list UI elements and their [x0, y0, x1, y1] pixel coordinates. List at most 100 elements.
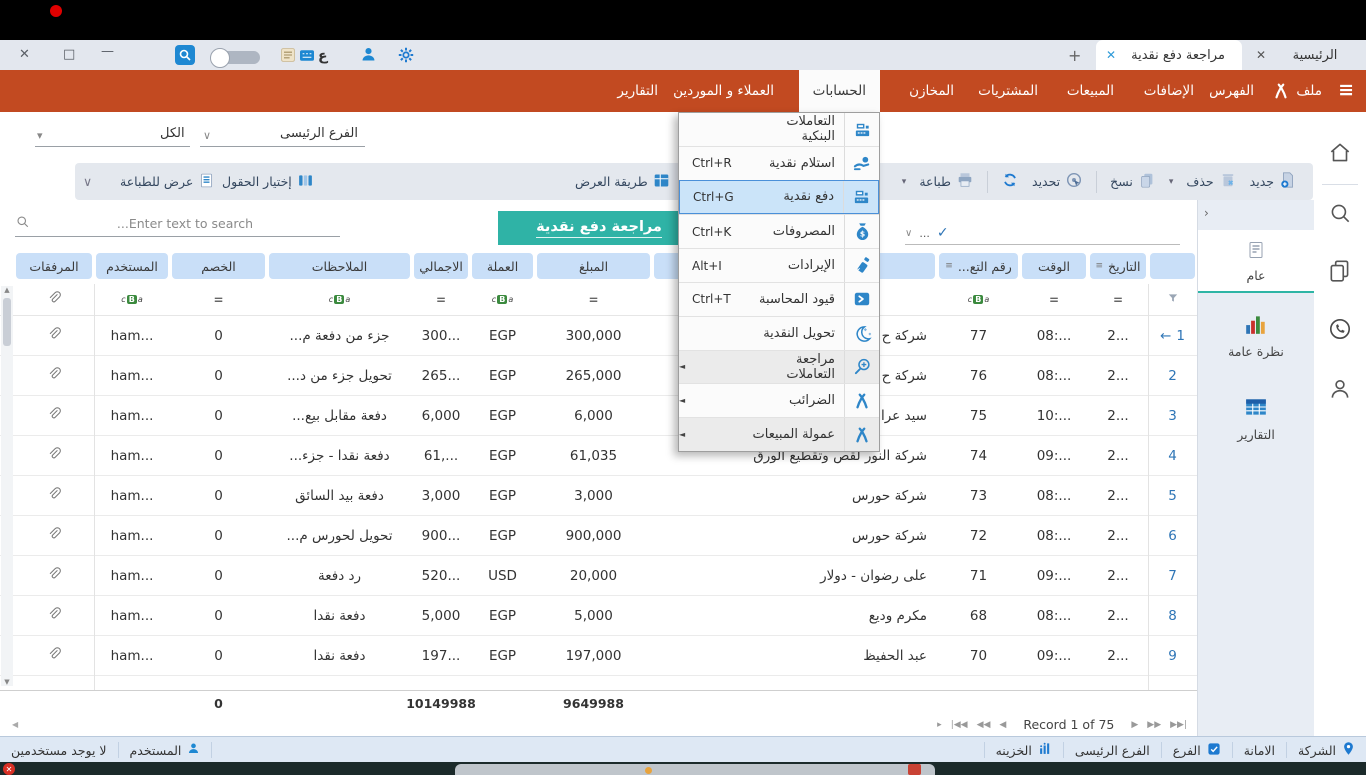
row-7-cell-user[interactable]: ham... — [94, 556, 170, 596]
chevron-down-icon[interactable]: ∨ — [905, 228, 912, 239]
column-header-idx[interactable] — [1148, 248, 1197, 284]
row-5-cell-time[interactable]: 08:... — [1020, 476, 1088, 516]
quick-search-icon[interactable] — [175, 45, 195, 69]
row-5-cell-notes[interactable]: دفعة بيد السائق — [267, 476, 412, 516]
user-account-icon[interactable] — [360, 46, 377, 67]
row-6-cell-num[interactable]: 72 — [937, 516, 1020, 556]
row-7-cell-currency[interactable]: USD — [470, 556, 535, 596]
menubar-item-2[interactable]: الإضافات — [1140, 70, 1198, 112]
row-6-cell-currency[interactable]: EGP — [470, 516, 535, 556]
row-4-cell-date[interactable]: 2... — [1088, 436, 1148, 476]
menu-item-6[interactable]: تحويل النقدية — [679, 316, 879, 350]
row-7-cell-account[interactable]: على رضوان - دولار — [652, 556, 937, 596]
tab-cash-payment-review[interactable]: ✕ مراجعة دفع نقدية — [1096, 40, 1242, 70]
row-5-cell-user[interactable]: ham... — [94, 476, 170, 516]
status-treasury[interactable]: الخزينه — [984, 742, 1063, 758]
status-main-branch[interactable]: الفرع الرئيسى — [1063, 742, 1161, 758]
close-tab-icon[interactable]: ✕ — [1106, 48, 1116, 62]
column-header-time[interactable]: الوقت — [1020, 248, 1088, 284]
row-7-cell-attach[interactable] — [14, 556, 94, 596]
row-1-cell-time[interactable]: 08:... — [1020, 316, 1088, 356]
status-company[interactable]: الشركة — [1286, 742, 1366, 758]
row-9-cell-date[interactable]: 2... — [1088, 636, 1148, 676]
contacts-person-icon[interactable] — [1327, 376, 1353, 406]
row-6-cell-total[interactable]: 900... — [412, 516, 470, 556]
sidebar-collapse-icon[interactable]: › — [1204, 206, 1209, 220]
row-2-cell-date[interactable]: 2... — [1088, 356, 1148, 396]
row-5-cell-idx[interactable]: 5 — [1148, 476, 1197, 516]
row-3-cell-attach[interactable] — [14, 396, 94, 436]
filter-cell-num[interactable]: aBc — [937, 284, 1020, 316]
row-4-cell-idx[interactable]: 4 — [1148, 436, 1197, 476]
row-4-cell-num[interactable]: 74 — [937, 436, 1020, 476]
column-header-currency[interactable]: العملة — [470, 248, 535, 284]
row-5-cell-total[interactable]: 3,000 — [412, 476, 470, 516]
menu-item-4[interactable]: الإيراداتAlt+I — [679, 248, 879, 282]
tab-home[interactable]: ✕ الرئيسية — [1246, 40, 1366, 70]
row-2-cell-amount[interactable]: 265,000 — [535, 356, 652, 396]
settings-gear-icon[interactable] — [397, 46, 415, 68]
column-header-attach[interactable]: المرفقات — [14, 248, 94, 284]
hscroll-left-icon[interactable]: ◀ — [12, 720, 18, 729]
search-strip-icon[interactable] — [1327, 200, 1353, 230]
row-3-cell-time[interactable]: 10:... — [1020, 396, 1088, 436]
row-1-cell-notes[interactable]: جزء من دفعة م... — [267, 316, 412, 356]
row-6-cell-date[interactable]: 2... — [1088, 516, 1148, 556]
dropdown-arrow-icon[interactable]: ▾ — [37, 129, 43, 142]
row-8-cell-time[interactable]: 08:... — [1020, 596, 1088, 636]
row-8-cell-total[interactable]: 5,000 — [412, 596, 470, 636]
scrollbar-thumb[interactable] — [3, 298, 11, 346]
row-5-cell-attach[interactable] — [14, 476, 94, 516]
row-9-cell-notes[interactable]: دفعة نقدا — [267, 636, 412, 676]
window-close-button[interactable]: ✕ — [19, 47, 30, 62]
filter-cell-currency[interactable]: aBc — [470, 284, 535, 316]
window-minimize-button[interactable]: — — [101, 44, 114, 59]
new-tab-button[interactable]: + — [1068, 46, 1081, 65]
menu-item-2[interactable]: دفع نقديةCtrl+G — [679, 180, 879, 215]
row-9-cell-user[interactable]: ham... — [94, 636, 170, 676]
toggle-switch-knob[interactable] — [210, 48, 230, 68]
row-5-cell-num[interactable]: 73 — [937, 476, 1020, 516]
row-9-cell-account[interactable]: عبد الحفيظ — [652, 636, 937, 676]
row-6-cell-notes[interactable]: تحويل لحورس م... — [267, 516, 412, 556]
home-icon[interactable] — [1327, 140, 1353, 170]
print-button[interactable]: طباعة — [919, 171, 974, 192]
menubar-item-7[interactable]: العملاء و الموردين — [669, 70, 778, 112]
row-8-cell-discount[interactable]: 0 — [170, 596, 267, 636]
row-8-cell-amount[interactable]: 5,000 — [535, 596, 652, 636]
filter-cell-notes[interactable]: aBc — [267, 284, 412, 316]
status-safe[interactable]: الامانة — [1232, 742, 1286, 758]
delete-button[interactable]: حذف — [1186, 171, 1236, 192]
row-3-cell-idx[interactable]: 3 — [1148, 396, 1197, 436]
row-7-cell-discount[interactable]: 0 — [170, 556, 267, 596]
row-8-cell-num[interactable]: 68 — [937, 596, 1020, 636]
row-5-cell-currency[interactable]: EGP — [470, 476, 535, 516]
row-1-cell-num[interactable]: 77 — [937, 316, 1020, 356]
row-3-cell-num[interactable]: 75 — [937, 396, 1020, 436]
row-1-cell-attach[interactable] — [14, 316, 94, 356]
row-2-cell-notes[interactable]: تحويل جزء من د... — [267, 356, 412, 396]
row-4-cell-discount[interactable]: 0 — [170, 436, 267, 476]
window-restore-button[interactable]: □ — [63, 47, 75, 62]
menubar-item-5[interactable]: المخازن — [905, 70, 958, 112]
row-7-cell-amount[interactable]: 20,000 — [535, 556, 652, 596]
row-2-cell-user[interactable]: ham... — [94, 356, 170, 396]
row-8-cell-user[interactable]: ham... — [94, 596, 170, 636]
print-dropdown-arrow-icon[interactable]: ▾ — [902, 177, 907, 187]
new-button[interactable]: جديد — [1250, 171, 1297, 192]
row-2-cell-idx[interactable]: 2 — [1148, 356, 1197, 396]
row-7-cell-date[interactable]: 2... — [1088, 556, 1148, 596]
row-4-cell-currency[interactable]: EGP — [470, 436, 535, 476]
menubar-item-4[interactable]: المشتريات — [974, 70, 1042, 112]
whatsapp-icon[interactable] — [1327, 316, 1353, 346]
sidebar-tab-general[interactable]: عام — [1198, 230, 1314, 293]
column-header-discount[interactable]: الخصم — [170, 248, 267, 284]
row-4-cell-notes[interactable]: دفعة نقدا - جزء... — [267, 436, 412, 476]
branch-select-underline[interactable] — [200, 146, 365, 147]
row-1-cell-idx[interactable]: ←1 — [1148, 316, 1197, 356]
row-6-cell-amount[interactable]: 900,000 — [535, 516, 652, 556]
row-1-cell-user[interactable]: ham... — [94, 316, 170, 356]
filter-cell-total[interactable]: = — [412, 284, 470, 316]
row-1-cell-discount[interactable]: 0 — [170, 316, 267, 356]
documents-icon[interactable] — [1327, 258, 1353, 288]
